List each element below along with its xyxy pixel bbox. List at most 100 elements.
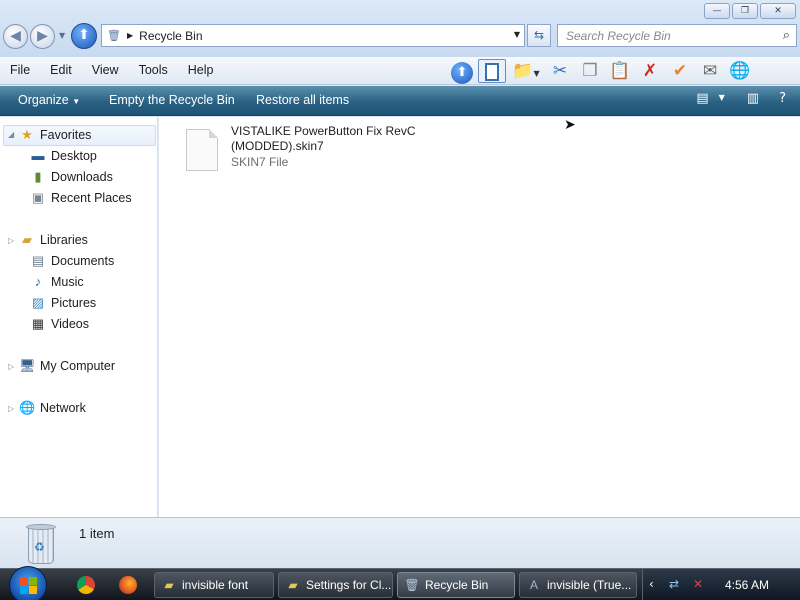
address-dropdown-icon[interactable]: ▼ xyxy=(514,30,520,39)
nav-pictures-label: Pictures xyxy=(51,296,97,310)
file-list: VISTALIKE PowerButton Fix RevC (MODDED).… xyxy=(159,117,800,517)
chrome-icon[interactable] xyxy=(77,576,95,594)
delete-icon[interactable]: ✗ xyxy=(636,59,664,83)
preview-pane-icon[interactable]: ▥ xyxy=(747,91,759,106)
maximize-button[interactable]: ❐ xyxy=(732,3,758,19)
file-name[interactable]: VISTALIKE PowerButton Fix RevC (MODDED).… xyxy=(231,124,431,154)
nav-network[interactable]: 🌐 Network xyxy=(19,400,86,416)
menu-file[interactable]: File xyxy=(0,63,40,77)
nav-desktop[interactable]: ▬ Desktop xyxy=(30,148,97,164)
organize-button[interactable]: Organize ▼ xyxy=(18,93,80,107)
restore-all-items-button[interactable]: Restore all items xyxy=(256,93,349,107)
views-dropdown-icon[interactable]: ▼ xyxy=(719,91,725,106)
taskbar: ▰ invisible font ▰ Settings for Cl... 🗑 … xyxy=(0,566,800,600)
recycle-bin-large-icon: ♻ xyxy=(24,522,58,566)
nav-desktop-label: Desktop xyxy=(51,149,97,163)
nav-music[interactable]: ♪ Music xyxy=(30,274,84,290)
email-icon[interactable]: ✉ xyxy=(696,59,724,83)
breadcrumb-separator-icon[interactable]: ▶ xyxy=(127,31,133,40)
nav-videos-label: Videos xyxy=(51,317,89,331)
globe-icon[interactable]: 🌐 xyxy=(726,59,754,83)
nav-favorites-label: Favorites xyxy=(40,128,92,142)
up-folder-icon[interactable]: ⬆ xyxy=(448,59,476,84)
nav-my-computer[interactable]: 🖥 My Computer xyxy=(19,358,115,374)
copy-icon[interactable]: ❐ xyxy=(576,59,604,83)
chevron-down-icon: ▼ xyxy=(72,97,81,106)
pane-toggle-icon[interactable] xyxy=(478,59,506,83)
nav-videos[interactable]: ▦ Videos xyxy=(30,316,89,332)
menu-help[interactable]: Help xyxy=(178,63,224,77)
recycle-bin-icon: 🗑 xyxy=(404,578,420,592)
volume-muted-icon[interactable]: ✕ xyxy=(693,577,703,591)
nav-libraries[interactable]: ▰ Libraries xyxy=(19,232,88,248)
file-icon[interactable] xyxy=(186,129,218,171)
taskbar-label: Settings for Cl... xyxy=(306,578,392,592)
pictures-icon: ▨ xyxy=(31,295,45,310)
breadcrumb-recycle-bin[interactable]: Recycle Bin xyxy=(139,29,202,43)
empty-recycle-bin-button[interactable]: Empty the Recycle Bin xyxy=(109,93,235,107)
recent-places-icon: ▣ xyxy=(31,190,45,205)
nav-favorites[interactable]: ★ Favorites xyxy=(19,127,91,143)
taskbar-invisible-truetype[interactable]: A invisible (True... xyxy=(519,572,637,598)
nav-downloads[interactable]: ▮ Downloads xyxy=(30,169,112,185)
close-button[interactable]: ✕ xyxy=(760,3,796,19)
recent-pages-dropdown[interactable]: ▼ xyxy=(59,31,65,40)
navigation-pane: ◢ ★ Favorites ▬ Desktop ▮ Downloads ▣ Re… xyxy=(0,117,158,517)
details-pane: ♻ 1 item xyxy=(0,517,800,568)
recycle-bin-icon: 🗑 xyxy=(107,28,121,42)
windows-logo-icon xyxy=(20,577,38,595)
downloads-icon: ▮ xyxy=(34,169,42,184)
start-button[interactable] xyxy=(9,566,47,600)
menu-bar: File Edit View Tools Help ⬆ 📁▼ ✂ ❐ 📋 ✗ ✔… xyxy=(0,57,800,85)
refresh-button[interactable]: ⇆ xyxy=(527,24,551,47)
views-icon[interactable]: ▤ xyxy=(696,91,708,106)
folder-options-icon[interactable]: 📁▼ xyxy=(508,59,544,83)
taskbar-invisible-font[interactable]: ▰ invisible font xyxy=(154,572,274,598)
taskbar-settings[interactable]: ▰ Settings for Cl... xyxy=(278,572,393,598)
search-box[interactable]: ⌕ xyxy=(557,24,797,47)
paste-icon[interactable]: 📋 xyxy=(606,59,634,83)
search-input[interactable] xyxy=(558,28,768,43)
search-icon[interactable]: ⌕ xyxy=(783,28,790,43)
system-tray: ‹ ⇄ ✕ xyxy=(642,569,800,600)
forward-button[interactable]: ▶ xyxy=(30,24,55,49)
expand-favorites-icon[interactable]: ◢ xyxy=(8,130,14,139)
network-tray-icon[interactable]: ⇄ xyxy=(669,577,679,591)
mouse-cursor-icon: ➤ xyxy=(564,117,576,133)
command-bar-icons: ▤ ▼ ▥ ? xyxy=(696,91,786,106)
folder-icon: ▰ xyxy=(288,578,298,592)
nav-documents-label: Documents xyxy=(51,254,115,268)
nav-recent-places[interactable]: ▣ Recent Places xyxy=(30,190,132,206)
expand-computer-icon[interactable]: ▷ xyxy=(8,362,14,371)
item-count: 1 item xyxy=(79,526,115,541)
nav-libraries-label: Libraries xyxy=(40,233,88,247)
cut-icon[interactable]: ✂ xyxy=(546,59,574,83)
up-button[interactable]: ⬆ xyxy=(71,23,97,49)
nav-music-label: Music xyxy=(51,275,84,289)
address-bar[interactable]: 🗑 ▶ Recycle Bin ▼ xyxy=(101,24,525,47)
folder-icon: ▰ xyxy=(164,578,174,592)
menu-tools[interactable]: Tools xyxy=(129,63,178,77)
tray-expand-icon[interactable]: ‹ xyxy=(649,577,654,591)
nav-pictures[interactable]: ▨ Pictures xyxy=(30,295,96,311)
clock[interactable]: 4:56 AM xyxy=(725,578,769,592)
nav-documents[interactable]: ▤ Documents xyxy=(30,253,114,269)
taskbar-recycle-bin[interactable]: 🗑 Recycle Bin xyxy=(397,572,515,598)
nav-recent-label: Recent Places xyxy=(51,191,132,205)
checkmark-icon[interactable]: ✔ xyxy=(666,59,694,83)
back-button[interactable]: ◀ xyxy=(3,24,28,49)
minimize-button[interactable]: — xyxy=(704,3,730,19)
nav-computer-label: My Computer xyxy=(40,359,116,373)
menu-view[interactable]: View xyxy=(82,63,129,77)
font-icon: A xyxy=(529,578,538,592)
star-icon: ★ xyxy=(21,127,33,142)
computer-icon: 🖥 xyxy=(19,358,36,373)
taskbar-label: invisible font xyxy=(182,578,249,592)
expand-libraries-icon[interactable]: ▷ xyxy=(8,236,14,245)
menu-edit[interactable]: Edit xyxy=(40,63,82,77)
network-icon: 🌐 xyxy=(19,400,36,415)
firefox-icon[interactable] xyxy=(119,576,137,594)
taskbar-label: invisible (True... xyxy=(547,578,632,592)
expand-network-icon[interactable]: ▷ xyxy=(8,404,14,413)
help-icon[interactable]: ? xyxy=(779,91,786,106)
